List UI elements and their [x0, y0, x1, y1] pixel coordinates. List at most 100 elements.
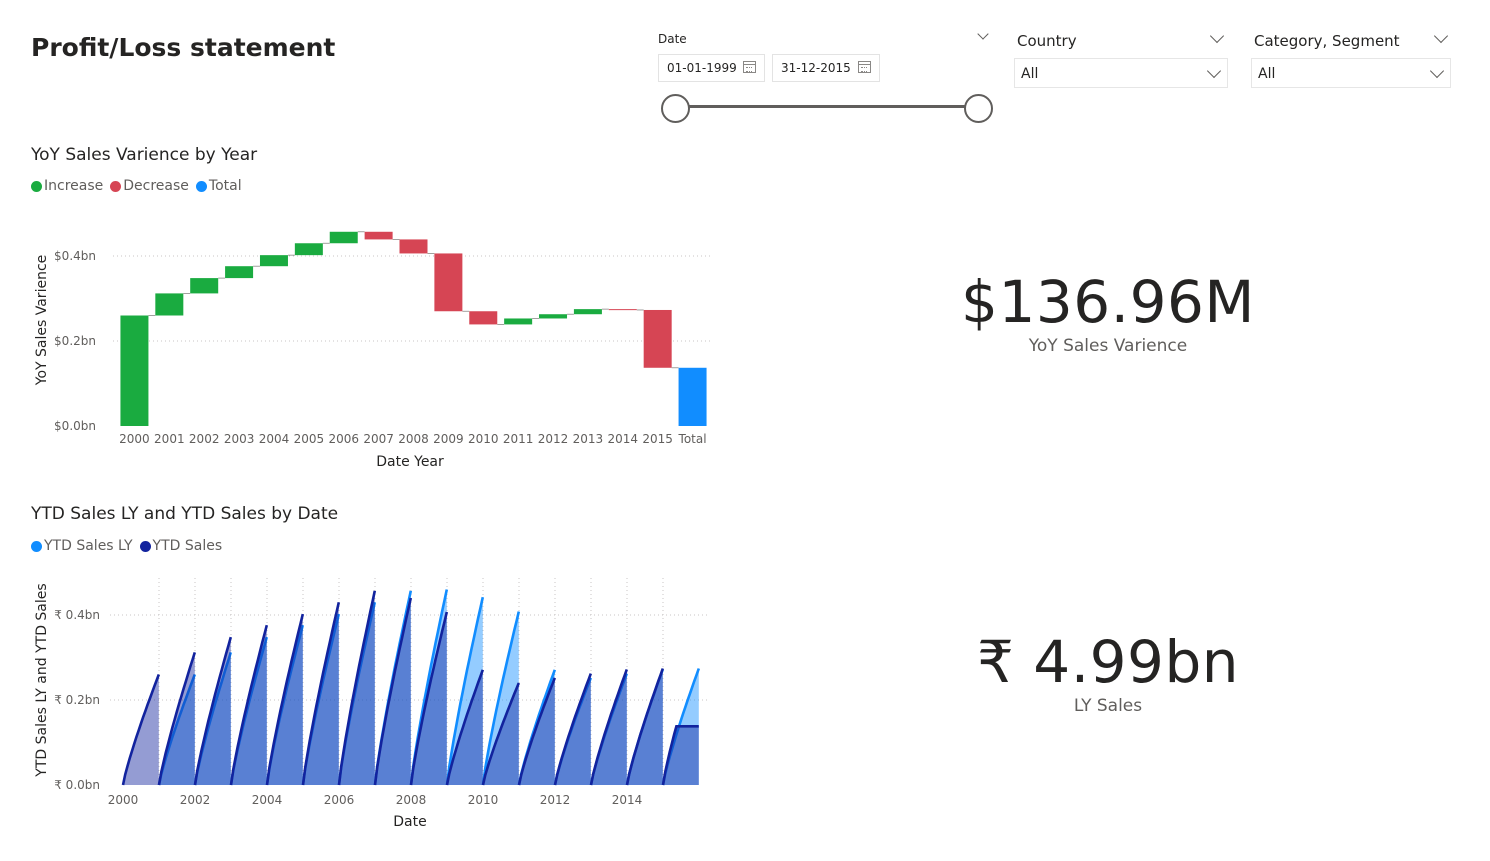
yoy-chart-title: YoY Sales Varience by Year — [31, 145, 258, 165]
x-tick-label: 2006 — [324, 793, 355, 807]
waterfall-bar — [643, 309, 672, 368]
category-segment-header-chevron-icon[interactable] — [1433, 28, 1449, 44]
legend-label-increase: Increase — [44, 178, 104, 194]
waterfall-bar — [225, 266, 254, 279]
y-tick-label: ₹ 0.2bn — [54, 693, 100, 707]
x-tick-label: 2001 — [154, 432, 185, 446]
x-tick-label: 2008 — [396, 793, 427, 807]
date-slicer-label: Date — [658, 32, 687, 46]
kpi-card-ly-sales: ₹ 4.99bn LY Sales — [858, 628, 1358, 716]
x-tick-label: 2004 — [259, 432, 290, 446]
x-tick-label: 2000 — [108, 793, 139, 807]
page-title: Profit/Loss statement — [31, 33, 336, 62]
legend-dot-increase — [31, 180, 42, 192]
legend-label-ytd-sales-ly: YTD Sales LY — [44, 538, 133, 554]
waterfall-bar — [399, 239, 428, 254]
legend-label-ytd-sales: YTD Sales — [152, 538, 223, 554]
chevron-down-icon[interactable] — [1206, 63, 1222, 79]
x-tick-label: 2013 — [573, 432, 604, 446]
category-segment-dropdown[interactable]: All — [1251, 58, 1451, 88]
date-end-value: 31-12-2015 — [781, 61, 851, 75]
waterfall-bar — [364, 231, 393, 240]
legend-item-ytd-sales[interactable]: YTD Sales — [139, 538, 223, 554]
ytd-area-chart[interactable]: ₹ 0.0bn ₹ 0.2bn ₹ 0.4bn 2000 2002 2004 2006 200… — [0, 560, 740, 850]
date-slicer: Date 01-01-1999 31-12-2015 — [657, 26, 997, 126]
waterfall-bar — [608, 309, 637, 311]
x-tick-label: 2010 — [468, 793, 499, 807]
y-axis-label: YoY Sales Varience — [34, 255, 50, 386]
x-tick-label: 2000 — [119, 432, 150, 446]
yoy-chart-legend: Increase Decrease Total — [31, 178, 249, 194]
x-tick-label: 2014 — [608, 432, 639, 446]
legend-label-total: Total — [208, 178, 242, 194]
kpi-value: ₹ 4.99bn — [976, 628, 1240, 696]
kpi-value: $136.96M — [961, 268, 1255, 336]
x-tick-label: 2002 — [180, 793, 211, 807]
x-tick-label: 2002 — [189, 432, 220, 446]
date-start-input[interactable]: 01-01-1999 — [658, 54, 765, 82]
legend-item-increase[interactable]: Increase — [31, 178, 103, 194]
x-axis-label: Date — [393, 814, 426, 830]
x-tick-label: 2008 — [398, 432, 429, 446]
kpi-card-yoy-variance: $136.96M YoY Sales Varience — [858, 268, 1358, 356]
waterfall-bar — [120, 315, 149, 426]
waterfall-bar — [678, 367, 707, 426]
y-tick-label: ₹ 0.4bn — [54, 608, 100, 622]
country-header-chevron-icon[interactable] — [1209, 28, 1225, 44]
legend-item-total[interactable]: Total — [195, 178, 242, 194]
calendar-icon[interactable] — [743, 61, 756, 73]
ytd-chart-title: YTD Sales LY and YTD Sales by Date — [31, 504, 339, 524]
x-tick-label: 2014 — [612, 793, 643, 807]
legend-dot-ytd-sales-ly — [31, 540, 42, 552]
country-dropdown-value: All — [1021, 66, 1039, 82]
x-tick-label: Total — [678, 432, 707, 446]
kpi-label: LY Sales — [1073, 696, 1143, 716]
category-segment-slicer: Category, Segment All — [1251, 28, 1453, 90]
x-tick-label: 2009 — [433, 432, 464, 446]
y-axis-label: YTD Sales LY and YTD Sales — [34, 583, 50, 777]
x-tick-label: 2003 — [224, 432, 255, 446]
category-segment-slicer-label: Category, Segment — [1254, 32, 1400, 50]
legend-dot-total — [195, 180, 207, 192]
legend-label-decrease: Decrease — [123, 178, 189, 194]
country-dropdown[interactable]: All — [1014, 58, 1228, 88]
legend-item-ytd-sales-ly[interactable]: YTD Sales LY — [31, 538, 133, 554]
waterfall-bar — [573, 309, 602, 315]
country-slicer: Country All — [1014, 28, 1229, 90]
waterfall-bar — [190, 278, 219, 294]
chevron-down-icon[interactable] — [1429, 63, 1445, 79]
waterfall-bar — [504, 318, 533, 325]
waterfall-bar — [155, 293, 184, 316]
y-tick-label: $0.0bn — [54, 419, 96, 433]
yoy-waterfall-chart[interactable]: $0.0bn $0.2bn $0.4bn YoY Sales Varience Date… — [0, 200, 740, 480]
legend-dot-ytd-sales — [139, 540, 151, 552]
waterfall-bar — [434, 253, 463, 312]
date-range-end-handle[interactable] — [964, 94, 993, 123]
calendar-icon[interactable] — [858, 61, 871, 73]
legend-dot-decrease — [110, 180, 122, 192]
y-tick-label: $0.2bn — [54, 334, 96, 348]
x-tick-label: 2007 — [363, 432, 394, 446]
waterfall-bar — [539, 314, 568, 319]
date-slicer-chevron-icon[interactable] — [977, 28, 989, 40]
x-tick-label: 2015 — [642, 432, 673, 446]
date-start-value: 01-01-1999 — [667, 61, 737, 75]
waterfall-bar — [259, 255, 288, 267]
country-slicer-label: Country — [1017, 32, 1077, 50]
date-end-input[interactable]: 31-12-2015 — [772, 54, 880, 82]
x-tick-label: 2011 — [503, 432, 534, 446]
x-axis-label: Date Year — [376, 454, 444, 470]
date-range-start-handle[interactable] — [661, 94, 690, 123]
date-range-track[interactable] — [675, 105, 979, 108]
x-tick-label: 2006 — [328, 432, 359, 446]
y-tick-label: ₹ 0.0bn — [54, 778, 100, 792]
x-tick-label: 2005 — [294, 432, 325, 446]
kpi-label: YoY Sales Varience — [1028, 336, 1188, 356]
x-tick-label: 2012 — [538, 432, 569, 446]
waterfall-bar — [329, 231, 358, 244]
y-tick-label: $0.4bn — [54, 249, 96, 263]
category-segment-dropdown-value: All — [1258, 66, 1276, 82]
series-ytd-sales — [121, 590, 699, 786]
legend-item-decrease[interactable]: Decrease — [110, 178, 189, 194]
x-tick-label: 2004 — [252, 793, 283, 807]
